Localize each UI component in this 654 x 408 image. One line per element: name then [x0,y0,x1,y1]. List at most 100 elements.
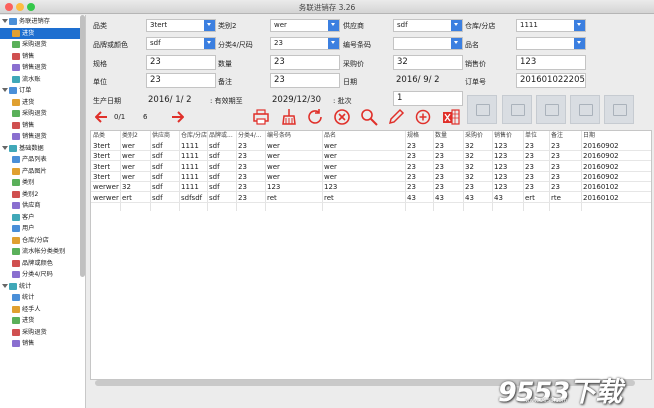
table-cell: 32 [465,172,474,181]
sidebar-item[interactable]: 统计 [0,292,80,303]
prev-icon[interactable] [95,110,109,131]
disclosure-triangle-icon[interactable] [2,145,8,150]
print-icon[interactable] [252,108,270,129]
sidebar-item[interactable]: 流水帐分类类别 [0,246,80,257]
sidebar-item[interactable]: 类别 [0,177,80,188]
refresh-icon[interactable] [306,108,324,129]
column-header[interactable]: 备注 [551,131,581,141]
expiry-label: : 有效期至 [210,97,243,105]
table-cell: 123 [494,183,508,192]
category2-select[interactable]: wer [270,19,340,32]
category-select[interactable]: 3tert [146,19,216,32]
table-row[interactable]: 3tert wer sdf 1111 sdf 23 wer wer 23 23 32 123 23 23 2… [91,172,651,182]
spec-input[interactable]: 23 [146,55,216,70]
column-header[interactable]: 分类4/... [238,131,265,141]
sidebar-group[interactable]: 基础数据 [0,143,80,154]
sidebar-group[interactable]: 务联进销存 [0,16,80,27]
product-image-slot[interactable] [536,95,566,124]
table-row[interactable]: werwer 32 sdf 1111 sdf 23 123 123 23 23 23 123 23 23 2… [91,182,651,193]
sidebar-item[interactable]: 客户 [0,212,80,223]
sidebar-item[interactable]: 销售退货 [0,62,80,73]
order-input[interactable]: 20160102220501 [516,73,586,88]
brand-select[interactable]: sdf [146,37,216,50]
column-header[interactable]: 品名 [324,131,405,141]
disclosure-triangle-icon[interactable] [2,19,8,23]
product-image-slot[interactable] [502,95,532,124]
table-cell: 23 [238,193,247,202]
disclosure-triangle-icon[interactable] [2,283,8,288]
records-table[interactable]: 品类 类别2 供应商 仓库/分店 品牌或... 分类4/... 编号条码 品名 规格 数量 采购价销… [90,130,652,380]
table-cell: 123 [324,183,338,192]
column-header[interactable]: 品牌或... [209,131,236,141]
sidebar-item[interactable]: 销售退货 [0,131,80,142]
column-header[interactable]: 规格 [407,131,433,141]
name-select[interactable] [516,37,586,50]
column-header[interactable]: 单位 [525,131,549,141]
table-cell: 3tert [93,172,111,181]
product-image-slot[interactable] [467,95,497,124]
sidebar-item[interactable]: 用户 [0,223,80,234]
table-row[interactable]: 3tert wer sdf 1111 sdf 23 wer wer 23 23 32 123 23 23 2… [91,141,651,151]
excel-icon[interactable] [442,108,460,129]
sidebar-item[interactable]: 采购退货 [0,39,80,50]
sidebar-scrollbar[interactable] [80,15,85,277]
sidebar-group[interactable]: 统计 [0,281,80,292]
column-header[interactable]: 日期 [583,131,649,141]
column-header[interactable]: 类别2 [122,131,150,141]
sidebar-item[interactable]: 进货 [0,97,80,108]
disclosure-triangle-icon[interactable] [2,88,8,92]
column-header[interactable]: 仓库/分店 [181,131,207,141]
sidebar-item[interactable]: 供应商 [0,200,80,211]
delete-icon[interactable] [333,108,351,129]
sidebar-item[interactable]: 销售 [0,338,80,349]
sidebar-item[interactable]: 采购退货 [0,327,80,338]
sidebar-group[interactable]: 订单 [0,85,80,96]
sidebar-item[interactable]: 仓库/分店 [0,235,80,246]
table-row[interactable]: werwer ert sdf sdfsdf sdf 23 ret ret 43 43 43 43 ert… [91,193,651,203]
barcode-select[interactable] [393,37,463,50]
note-input[interactable]: 23 [270,73,340,88]
column-header[interactable]: 编号条码 [267,131,322,141]
sidebar-item[interactable]: 进货 [0,315,80,326]
add-icon[interactable] [415,109,431,130]
next-icon[interactable] [170,110,184,131]
column-header[interactable]: 采购价 [465,131,492,141]
table-row[interactable]: 3tert wer sdf 1111 sdf 23 wer wer 23 23 32 123 23 23 2… [91,151,651,162]
qty-input[interactable]: 23 [270,55,340,70]
sidebar-item[interactable]: 流水账 [0,74,80,85]
search-icon[interactable] [360,108,378,129]
sidebar-item[interactable]: 分类4/尺码 [0,269,80,280]
sidebar-item-label: 流水账 [22,75,41,83]
table-cell: 20160102 [583,193,619,202]
price-input[interactable]: 123 [516,55,586,70]
prod-date-stepper[interactable]: 2016/ 1/ 2 [148,95,192,105]
column-header[interactable]: 销售价 [494,131,523,141]
supplier-select[interactable]: sdf [393,19,463,32]
column-header[interactable]: 供应商 [152,131,179,141]
edit-icon[interactable] [387,108,405,129]
sidebar-item[interactable]: 采购退货 [0,108,80,119]
warehouse-select[interactable]: 1111 [516,19,586,32]
sidebar-item[interactable]: 销售 [0,51,80,62]
batch-input[interactable]: 1 [393,91,463,106]
sidebar-item[interactable]: 产品列表 [0,154,80,165]
date-stepper[interactable]: 2016/ 9/ 2 [396,75,440,85]
sidebar-item[interactable]: 品牌或颜色 [0,258,80,269]
sidebar-item[interactable]: 产品图片 [0,166,80,177]
sidebar-item[interactable]: 类别2 [0,189,80,200]
column-header[interactable]: 品类 [93,131,120,141]
sidebar-item[interactable]: 进货 [0,27,80,39]
unit-input[interactable]: 23 [146,73,216,88]
table-cell: 20160902 [583,172,619,181]
product-image-slot[interactable] [570,95,600,124]
cost-input[interactable]: 32 [393,55,463,70]
sidebar-item[interactable]: 销售 [0,120,80,131]
table-row[interactable]: 3tert wer sdf 1111 sdf 23 wer wer 23 23 32 123 23 23 2… [91,162,651,172]
sidebar-item-label: 品牌或颜色 [22,259,53,267]
column-header[interactable]: 数量 [435,131,463,141]
sidebar-item[interactable]: 经手人 [0,304,80,315]
expiry-stepper[interactable]: 2029/12/30 [272,95,321,105]
broom-icon[interactable] [280,108,298,129]
class4-select[interactable]: 23 [270,37,340,50]
product-image-slot[interactable] [604,95,634,124]
